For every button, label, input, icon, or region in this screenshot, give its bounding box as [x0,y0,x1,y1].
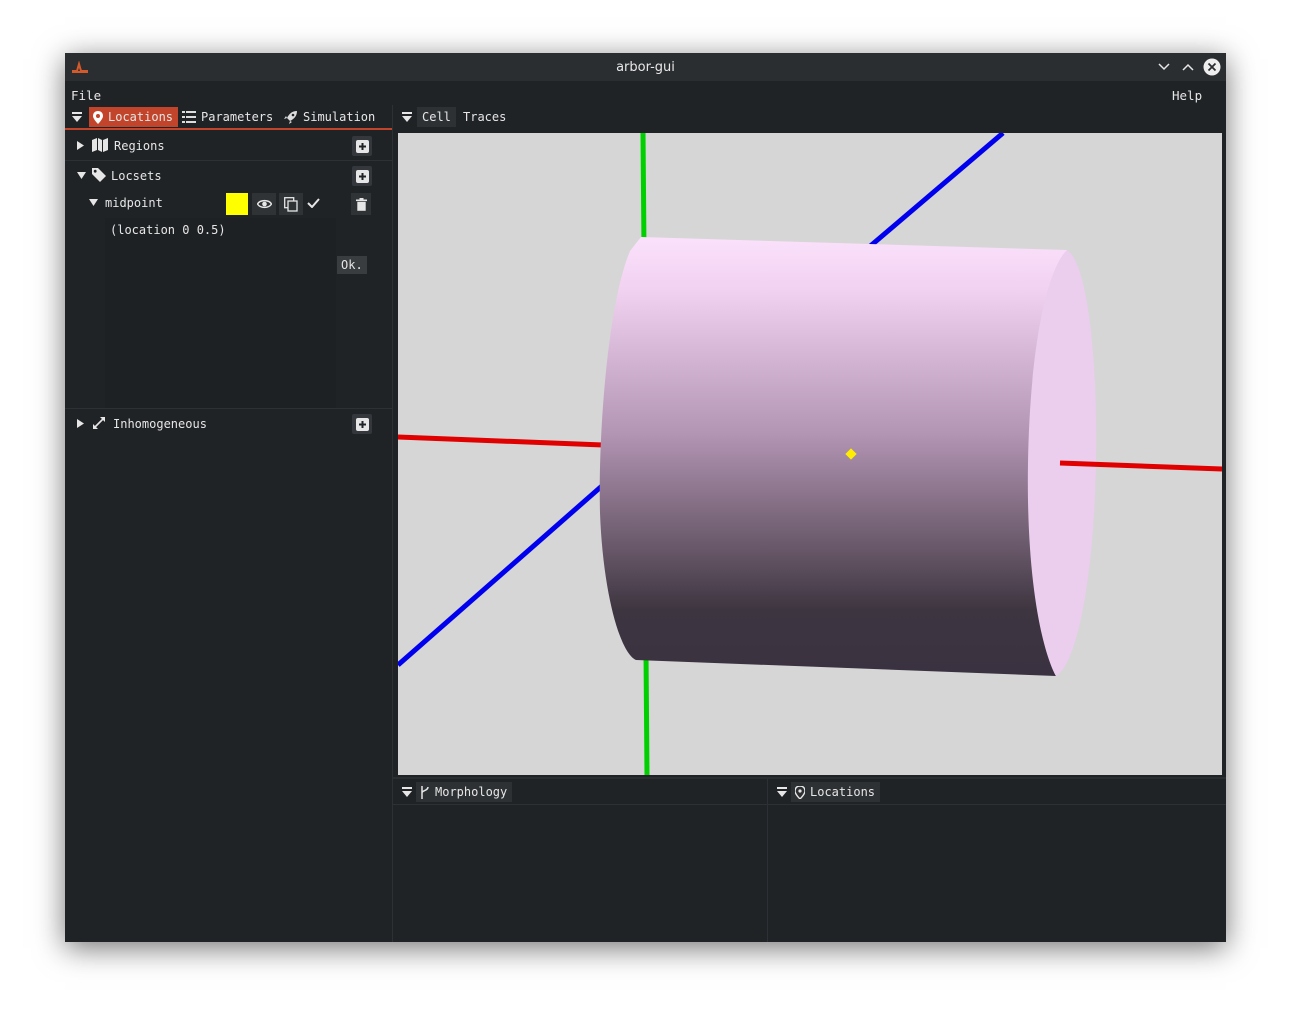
tab-traces[interactable]: Traces [458,107,511,127]
app-window: arbor-gui File Help Locations Parameters… [65,53,1226,942]
tab-simulation[interactable]: Simulation [280,107,380,127]
tab-label: Locations [810,785,876,799]
locset-name[interactable]: midpoint [105,196,163,210]
copy-icon [284,196,298,212]
title-bar[interactable]: arbor-gui [65,53,1226,81]
fork-icon [421,785,429,799]
tab-cell[interactable]: Cell [417,107,456,127]
y-axis-line-lower [643,652,650,775]
tab-label: Traces [463,110,507,124]
duplicate-button[interactable] [279,193,303,215]
locset-item-midpoint[interactable]: midpoint [65,191,392,215]
delete-button[interactable] [351,193,371,215]
expand-arrow-icon[interactable] [77,141,84,150]
add-region-button[interactable] [352,136,372,156]
chevron-down-icon [1158,63,1170,71]
tab-morphology[interactable]: Morphology [416,782,513,802]
tree-row-locsets[interactable]: Locsets [65,164,392,188]
tab-label: Morphology [435,785,508,799]
center-tab-bar: Cell Traces [393,105,1226,133]
tab-underline [65,128,392,130]
expand-arrow-icon[interactable] [77,419,84,428]
collapse-arrow-icon[interactable] [77,172,86,179]
window-title: arbor-gui [616,60,675,75]
menu-bar: File Help [65,81,1226,105]
divider [768,804,1226,805]
rocket-icon [284,110,297,124]
chevron-up-icon [1182,63,1194,71]
z-axis-line-lower [398,483,605,667]
panel-menu-icon[interactable] [71,111,83,123]
add-locset-button[interactable] [352,166,372,186]
panel-menu-icon[interactable] [401,111,413,123]
plus-square-icon [355,169,369,183]
cylinder-body [599,237,1067,676]
close-icon [1203,58,1221,76]
cell-render[interactable] [398,133,1222,775]
tab-label: Locations [108,110,174,124]
tree-label: Locsets [111,169,162,183]
menu-file[interactable]: File [71,88,101,103]
minimize-button[interactable] [1156,59,1172,75]
divider [65,408,392,409]
tab-locations-bottom[interactable]: Locations [791,782,881,802]
panel-menu-icon[interactable] [776,786,788,798]
locset-expression-editor[interactable]: (location 0 0.5) [105,218,336,408]
locations-panel: Locations [768,779,1226,942]
color-swatch[interactable] [226,193,248,215]
tree-label: Regions [114,139,165,153]
eye-icon [256,199,272,209]
tab-locations[interactable]: Locations [89,107,179,127]
plus-square-icon [355,417,369,431]
toggle-visibility-button[interactable] [252,193,276,215]
list-icon [182,111,196,123]
left-tab-bar: Locations Parameters Simulation [65,105,392,130]
y-axis-line [640,133,647,249]
panel-menu-icon[interactable] [401,786,413,798]
menu-help[interactable]: Help [1172,88,1202,103]
close-button[interactable] [1203,58,1221,76]
tab-parameters[interactable]: Parameters [178,107,278,127]
expand-arrows-icon [93,417,105,429]
map-marker-icon [93,110,103,124]
tag-icon [92,168,106,182]
check-icon [307,198,320,208]
tab-label: Parameters [201,110,274,124]
tree-label: Inhomogeneous [113,417,207,431]
x-axis-line [398,434,604,448]
cell-3d-viewport[interactable] [398,133,1222,775]
morphology-panel: Morphology [393,779,767,942]
trash-icon [355,197,367,211]
maximize-button[interactable] [1180,59,1196,75]
validation-tooltip: Ok. [337,256,367,274]
divider [65,160,392,161]
divider [393,804,767,805]
map-marker-icon [795,785,805,799]
left-panel: Locations Parameters Simulation Regions [65,105,392,942]
tree-row-regions[interactable]: Regions [65,134,392,158]
tree-row-inhomogeneous[interactable]: Inhomogeneous [65,412,392,436]
map-icon [92,138,108,152]
add-inhomogeneous-button[interactable] [352,414,372,434]
expression-text: (location 0 0.5) [110,223,226,237]
tab-label: Simulation [303,110,376,124]
tab-label: Cell [422,110,451,124]
z-axis-line [866,133,1005,250]
collapse-arrow-icon[interactable] [89,199,98,206]
plus-square-icon [355,139,369,153]
